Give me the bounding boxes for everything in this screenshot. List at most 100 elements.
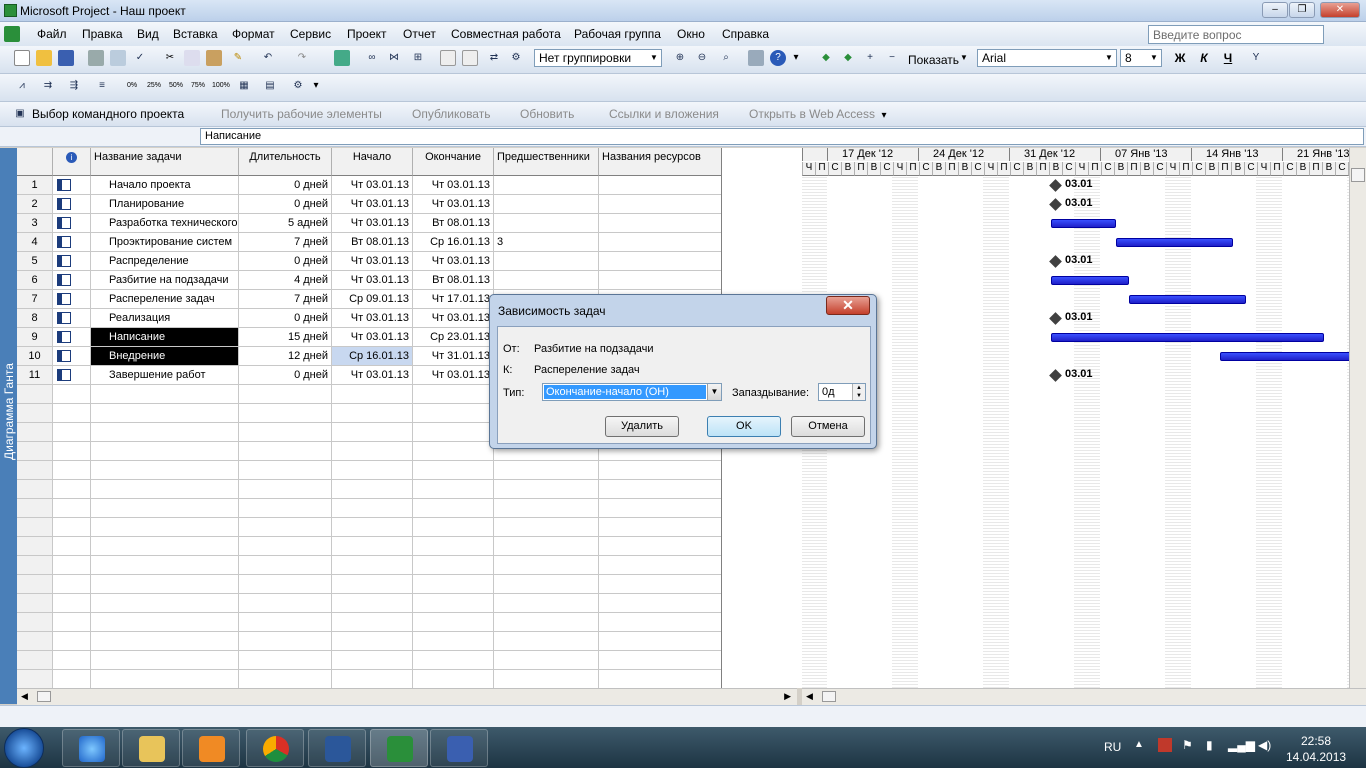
start-cell[interactable]: [332, 537, 413, 556]
publish-button[interactable]: Опубликовать: [412, 107, 490, 121]
indicator-cell[interactable]: [53, 404, 91, 423]
finish-cell[interactable]: [413, 461, 494, 480]
menu-tools[interactable]: Сервис: [290, 27, 331, 41]
predecessors-cell[interactable]: [494, 556, 599, 575]
links-attachments-button[interactable]: Ссылки и вложения: [609, 107, 719, 121]
menu-report[interactable]: Отчет: [403, 27, 436, 41]
row-number-cell[interactable]: 4: [17, 233, 53, 252]
finish-cell[interactable]: [413, 404, 494, 423]
row-number-cell[interactable]: [17, 594, 53, 613]
unlink-tasks-icon[interactable]: ⋈: [386, 50, 402, 66]
finish-cell[interactable]: [413, 632, 494, 651]
duration-cell[interactable]: [239, 594, 332, 613]
finish-cell[interactable]: Ср 16.01.13: [413, 233, 494, 252]
clock-time[interactable]: 22:58: [1301, 734, 1331, 748]
start-cell[interactable]: Чт 03.01.13: [332, 309, 413, 328]
task-name-cell[interactable]: Разработка технического: [91, 214, 239, 233]
menu-collaborate[interactable]: Совместная работа: [451, 27, 561, 41]
gantt-hscrollbar[interactable]: ◀: [802, 688, 1366, 705]
cancel-button[interactable]: Отмена: [791, 416, 865, 437]
task-bar[interactable]: [1129, 295, 1246, 304]
finish-cell[interactable]: Чт 17.01.13: [413, 290, 494, 309]
paste-icon[interactable]: [206, 50, 222, 66]
restore-button[interactable]: ❐: [1289, 2, 1315, 18]
row-number-cell[interactable]: [17, 385, 53, 404]
task-name-cell[interactable]: Реализация: [91, 309, 239, 328]
finish-cell[interactable]: Чт 03.01.13: [413, 195, 494, 214]
finish-cell[interactable]: [413, 518, 494, 537]
row-number-cell[interactable]: [17, 537, 53, 556]
font-select[interactable]: Arial ▼: [977, 49, 1117, 67]
start-cell[interactable]: Чт 03.01.13: [332, 252, 413, 271]
row-number-cell[interactable]: 8: [17, 309, 53, 328]
indicator-cell[interactable]: [53, 214, 91, 233]
row-number-cell[interactable]: 5: [17, 252, 53, 271]
network-icon[interactable]: ▂▄▆: [1228, 738, 1255, 752]
link-tasks-icon[interactable]: ∞: [364, 50, 380, 66]
duration-cell[interactable]: 0 дней: [239, 252, 332, 271]
predecessors-cell[interactable]: [494, 271, 599, 290]
start-cell[interactable]: Чт 03.01.13: [332, 214, 413, 233]
bold-button[interactable]: Ж: [1172, 50, 1188, 66]
resources-cell[interactable]: [599, 233, 721, 252]
scroll-thumb[interactable]: [37, 691, 51, 702]
start-cell[interactable]: [332, 442, 413, 461]
col-resources-header[interactable]: Названия ресурсов: [599, 148, 721, 176]
row-number-cell[interactable]: [17, 556, 53, 575]
taskbar-explorer[interactable]: [122, 729, 180, 767]
redo-icon[interactable]: ↷: [294, 50, 310, 66]
finish-cell[interactable]: Чт 31.01.13: [413, 347, 494, 366]
finish-cell[interactable]: [413, 594, 494, 613]
resources-cell[interactable]: [599, 594, 721, 613]
tray-expand-icon[interactable]: ▲: [1134, 739, 1144, 750]
indicator-cell[interactable]: [53, 651, 91, 670]
show-subtasks-icon[interactable]: +: [862, 50, 878, 66]
predecessors-cell[interactable]: [494, 499, 599, 518]
start-cell[interactable]: Ср 09.01.13: [332, 290, 413, 309]
start-cell[interactable]: Чт 03.01.13: [332, 195, 413, 214]
duration-cell[interactable]: [239, 670, 332, 688]
task-bar[interactable]: [1051, 219, 1116, 228]
indicator-cell[interactable]: [53, 556, 91, 575]
task-name-cell[interactable]: Написание: [91, 328, 239, 347]
task-name-cell[interactable]: [91, 575, 239, 594]
menu-file[interactable]: Файл: [37, 27, 67, 41]
close-button[interactable]: ✕: [1320, 2, 1360, 18]
show-dropdown[interactable]: Показать: [908, 53, 959, 67]
task-name-cell[interactable]: Проэктирование систем: [91, 233, 239, 252]
menu-view[interactable]: Вид: [137, 27, 159, 41]
indicator-cell[interactable]: [53, 537, 91, 556]
new-icon[interactable]: [14, 50, 30, 66]
start-cell[interactable]: [332, 385, 413, 404]
task-name-cell[interactable]: Планирование: [91, 195, 239, 214]
menu-help[interactable]: Справка: [722, 27, 769, 41]
finish-cell[interactable]: [413, 556, 494, 575]
row-number-cell[interactable]: 2: [17, 195, 53, 214]
task-name-cell[interactable]: Распереление задач: [91, 290, 239, 309]
duration-cell[interactable]: [239, 575, 332, 594]
finish-cell[interactable]: Вт 08.01.13: [413, 214, 494, 233]
volume-icon[interactable]: ◀): [1258, 738, 1271, 752]
start-cell[interactable]: [332, 594, 413, 613]
row-number-cell[interactable]: [17, 480, 53, 499]
row-number-cell[interactable]: 7: [17, 290, 53, 309]
duration-cell[interactable]: [239, 442, 332, 461]
start-cell[interactable]: [332, 632, 413, 651]
duration-cell[interactable]: [239, 556, 332, 575]
resources-cell[interactable]: [599, 537, 721, 556]
finish-cell[interactable]: [413, 537, 494, 556]
predecessors-cell[interactable]: [494, 594, 599, 613]
start-cell[interactable]: [332, 480, 413, 499]
task-bar[interactable]: [1051, 276, 1129, 285]
indicator-cell[interactable]: [53, 366, 91, 385]
milestone-diamond[interactable]: [1049, 255, 1062, 268]
italic-button[interactable]: К: [1196, 50, 1212, 66]
duration-cell[interactable]: 0 дней: [239, 366, 332, 385]
duration-cell[interactable]: [239, 404, 332, 423]
start-cell[interactable]: [332, 575, 413, 594]
duration-cell[interactable]: [239, 632, 332, 651]
outdent-icon[interactable]: ◆: [818, 50, 834, 66]
lag-spinner-icon[interactable]: ▲ ▼: [852, 384, 865, 400]
finish-cell[interactable]: [413, 423, 494, 442]
start-cell[interactable]: [332, 499, 413, 518]
